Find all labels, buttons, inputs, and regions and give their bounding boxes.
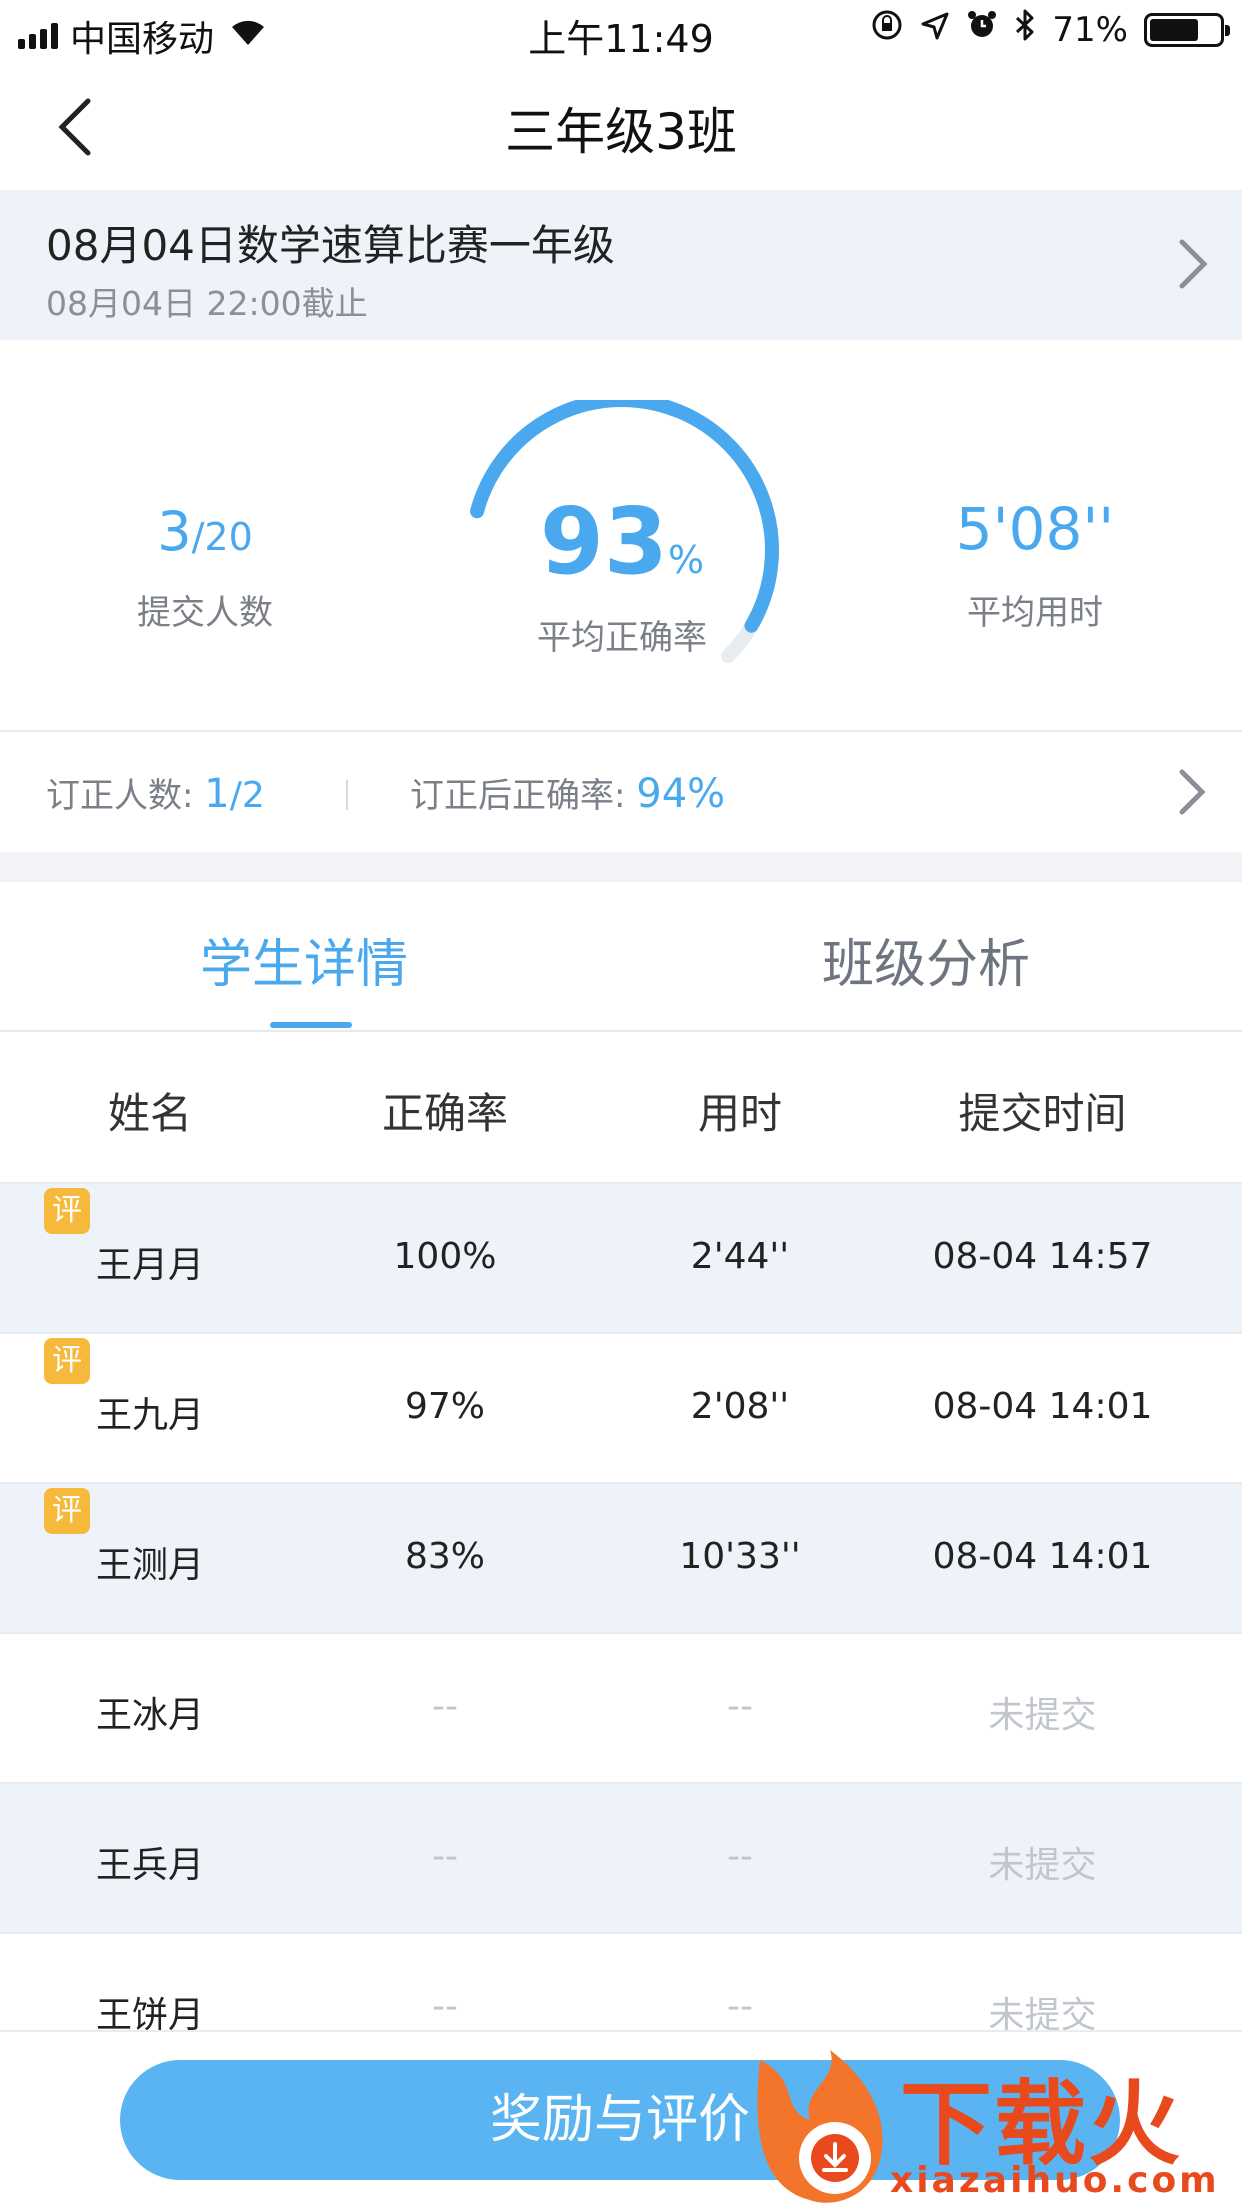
- correction-row[interactable]: 订正人数: 1/2 订正后正确率: 94%: [0, 730, 1242, 852]
- submitted-label: 提交人数: [137, 593, 273, 633]
- rotation-lock-icon: [870, 8, 904, 51]
- competition-deadline: 08月04日 22:00截止: [46, 284, 368, 323]
- battery-percent: 71%: [1052, 9, 1128, 50]
- student-table: 评 王月月 100% 2'44'' 08-04 14:57 评 王九月 97% …: [0, 1182, 1242, 2082]
- header-accuracy: 正确率: [381, 1089, 508, 1138]
- page-title: 三年级3班: [505, 103, 737, 161]
- header-submitted: 提交时间: [958, 1089, 1127, 1138]
- flame-logo-icon: [757, 2050, 883, 2203]
- review-badge: 评: [44, 1188, 90, 1234]
- student-time: --: [727, 1836, 753, 1877]
- correction-rate-label: 订正后正确率:: [410, 776, 626, 816]
- student-accuracy: --: [432, 1836, 458, 1877]
- student-accuracy: 83%: [404, 1536, 485, 1577]
- student-submitted: 08-04 14:57: [932, 1236, 1153, 1277]
- student-submitted: 08-04 14:01: [932, 1536, 1153, 1577]
- accuracy-num: 93: [539, 488, 668, 595]
- watermark-logo: 下载火 xiazaihuo.com: [740, 2040, 1242, 2208]
- student-name: 王月月: [95, 1245, 204, 1286]
- alarm-icon: [966, 9, 998, 50]
- student-time: 2'44'': [690, 1236, 790, 1277]
- bluetooth-icon: [1014, 8, 1036, 51]
- avg-time-value: 5'08'': [955, 495, 1115, 563]
- stat-avg-time: 5'08'' 平均用时: [900, 495, 1170, 634]
- chevron-right-icon: [1168, 234, 1218, 294]
- tab-class-analysis[interactable]: 班级分析: [822, 922, 1030, 997]
- student-accuracy: 97%: [404, 1386, 485, 1427]
- stat-submitted: 3/20 提交人数: [80, 500, 330, 634]
- review-badge: 评: [44, 1488, 90, 1534]
- correction-rate-value: 94%: [636, 771, 726, 817]
- table-row[interactable]: 王兵月 -- -- 未提交: [0, 1782, 1242, 1932]
- tab-indicator: [270, 1022, 352, 1028]
- student-time: 10'33'': [679, 1536, 801, 1577]
- table-row[interactable]: 王冰月 -- -- 未提交: [0, 1632, 1242, 1782]
- correction-count: 订正人数: 1/2: [46, 768, 265, 817]
- nav-bar: 三年级3班: [0, 62, 1242, 190]
- student-time: --: [727, 1986, 753, 2027]
- correction-count-label: 订正人数:: [46, 776, 194, 816]
- accuracy-label: 平均正确率: [537, 618, 707, 658]
- stat-accuracy: 平均正确率: [452, 610, 792, 659]
- student-time: --: [727, 1686, 753, 1727]
- correction-count-num: 1: [204, 771, 230, 817]
- table-header: 姓名 正确率 用时 提交时间: [0, 1032, 1242, 1182]
- avg-time-label: 平均用时: [967, 593, 1103, 633]
- tab-bar: 学生详情 班级分析: [0, 882, 1242, 1032]
- student-name: 王兵月: [95, 1845, 204, 1886]
- status-bar: 中国移动 上午11:49 71%: [0, 0, 1242, 61]
- correction-count-total: /2: [229, 775, 265, 816]
- student-accuracy: 100%: [393, 1236, 497, 1277]
- battery-level: [1150, 18, 1199, 41]
- header-time: 用时: [697, 1089, 782, 1138]
- student-accuracy: --: [432, 1686, 458, 1727]
- review-badge: 评: [44, 1338, 90, 1384]
- correction-rate: 订正后正确率: 94%: [410, 768, 725, 817]
- student-submitted: 未提交: [988, 1845, 1097, 1886]
- correction-separator: [346, 780, 348, 810]
- student-submitted: 未提交: [988, 1695, 1097, 1736]
- tab-student-details[interactable]: 学生详情: [200, 922, 408, 997]
- location-icon: [920, 10, 950, 50]
- status-right: 71%: [870, 8, 1230, 51]
- student-name: 王九月: [95, 1395, 204, 1436]
- chevron-right-icon: [1168, 762, 1218, 822]
- submitted-count: 3/20: [80, 500, 330, 563]
- battery-icon: [1144, 12, 1230, 47]
- competition-title: 08月04日数学速算比赛一年级: [46, 221, 615, 270]
- table-row[interactable]: 评 王九月 97% 2'08'' 08-04 14:01: [0, 1332, 1242, 1482]
- accuracy-value: 93%: [452, 488, 792, 595]
- submitted-total: /20: [191, 515, 253, 559]
- table-row[interactable]: 评 王测月 83% 10'33'' 08-04 14:01: [0, 1482, 1242, 1632]
- student-submitted: 08-04 14:01: [932, 1386, 1153, 1427]
- student-name: 王测月: [95, 1545, 204, 1586]
- watermark-url: xiazaihuo.com: [890, 2160, 1220, 2201]
- section-gap: [0, 852, 1242, 882]
- header-name: 姓名: [107, 1089, 192, 1138]
- table-row[interactable]: 评 王月月 100% 2'44'' 08-04 14:57: [0, 1182, 1242, 1332]
- student-accuracy: --: [432, 1986, 458, 2027]
- student-time: 2'08'': [690, 1386, 790, 1427]
- student-name: 王冰月: [95, 1695, 204, 1736]
- competition-card[interactable]: 08月04日数学速算比赛一年级 08月04日 22:00截止: [0, 190, 1242, 340]
- stats-panel: 3/20 提交人数 93% 平均正确率 5'08'' 平均用时: [0, 340, 1242, 730]
- accuracy-unit: %: [667, 538, 705, 582]
- submitted-num: 3: [157, 500, 192, 563]
